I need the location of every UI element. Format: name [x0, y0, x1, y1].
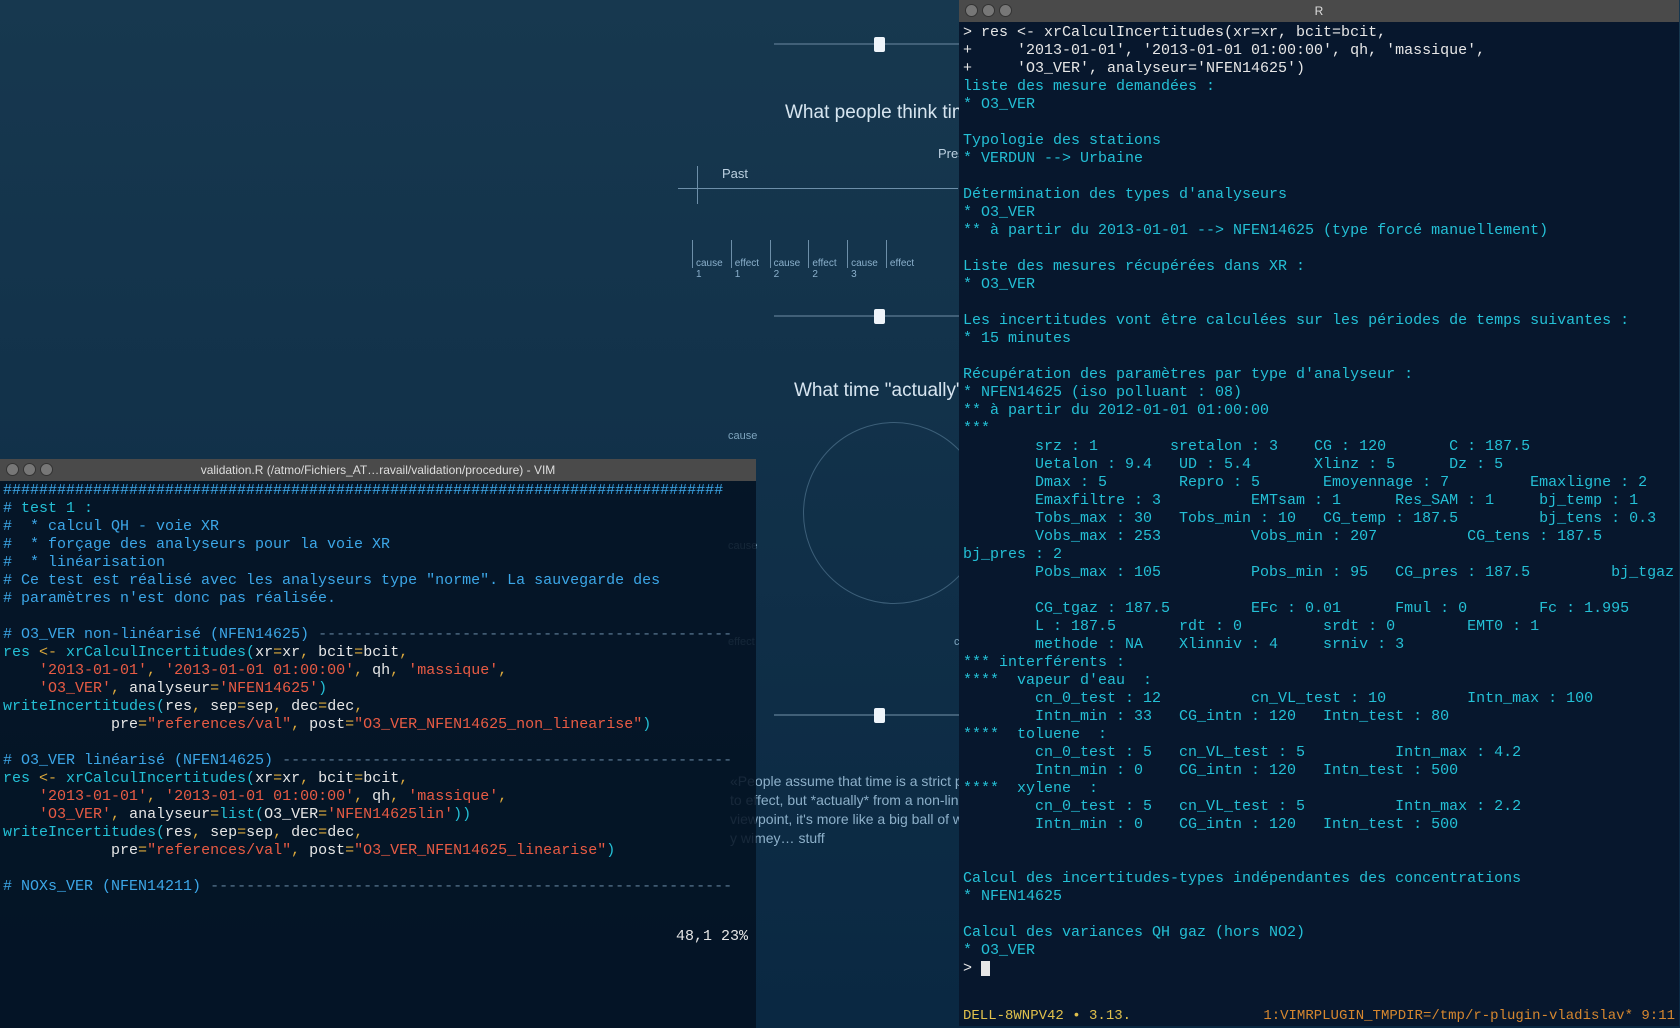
window-controls[interactable] — [965, 4, 1012, 17]
wallpaper-slider-1 — [774, 37, 960, 52]
vim-status-line: 48,1 23% — [0, 928, 756, 946]
wallpaper-ticks: cause 1 effect 1 cause 2 effect 2 cause … — [692, 240, 922, 268]
close-icon[interactable] — [6, 463, 19, 476]
wallpaper-slider-3 — [774, 708, 960, 723]
minimize-icon[interactable] — [23, 463, 36, 476]
wallpaper-heading-2: What time "actually" — [794, 380, 963, 402]
wallpaper-slider-2 — [774, 309, 960, 324]
wallpaper-timeline-marker — [697, 166, 698, 204]
tmux-status-bar: DELL-8WNPV42 • 3.13. 1:VIMRPLUGIN_TMPDIR… — [959, 1008, 1679, 1026]
maximize-icon[interactable] — [999, 4, 1012, 17]
wallpaper-circle-diagram — [803, 422, 985, 604]
r-terminal-window[interactable]: R > res <- xrCalculIncertitudes(xr=xr, b… — [959, 0, 1679, 1026]
tmux-status-right: 1:VIMRPLUGIN_TMPDIR=/tmp/r-plugin-vladis… — [1263, 1008, 1675, 1026]
vim-title: validation.R (/atmo/Fichiers_AT…ravail/v… — [201, 463, 556, 477]
maximize-icon[interactable] — [40, 463, 53, 476]
wallpaper-label-past: Past — [722, 166, 748, 181]
vim-window[interactable]: validation.R (/atmo/Fichiers_AT…ravail/v… — [0, 468, 756, 1028]
vim-titlebar[interactable]: validation.R (/atmo/Fichiers_AT…ravail/v… — [0, 459, 756, 481]
r-titlebar[interactable]: R — [959, 0, 1679, 22]
wallpaper-side-label: cause — [728, 430, 757, 442]
wallpaper-tick: effect 1 — [731, 240, 767, 268]
r-terminal-body[interactable]: > res <- xrCalculIncertitudes(xr=xr, bci… — [963, 24, 1675, 1006]
minimize-icon[interactable] — [982, 4, 995, 17]
wallpaper-tick: cause 1 — [692, 240, 728, 268]
window-controls[interactable] — [6, 463, 53, 476]
wallpaper-timeline — [678, 188, 958, 189]
wallpaper-tick: cause 3 — [847, 240, 883, 268]
wallpaper-tick: effect — [886, 240, 922, 268]
wallpaper-tick: effect 2 — [808, 240, 844, 268]
tmux-status-left: DELL-8WNPV42 • 3.13. — [963, 1008, 1131, 1026]
wallpaper-heading-1: What people think time — [785, 102, 978, 124]
wallpaper-tick: cause 2 — [770, 240, 806, 268]
close-icon[interactable] — [965, 4, 978, 17]
r-title: R — [1315, 4, 1324, 18]
